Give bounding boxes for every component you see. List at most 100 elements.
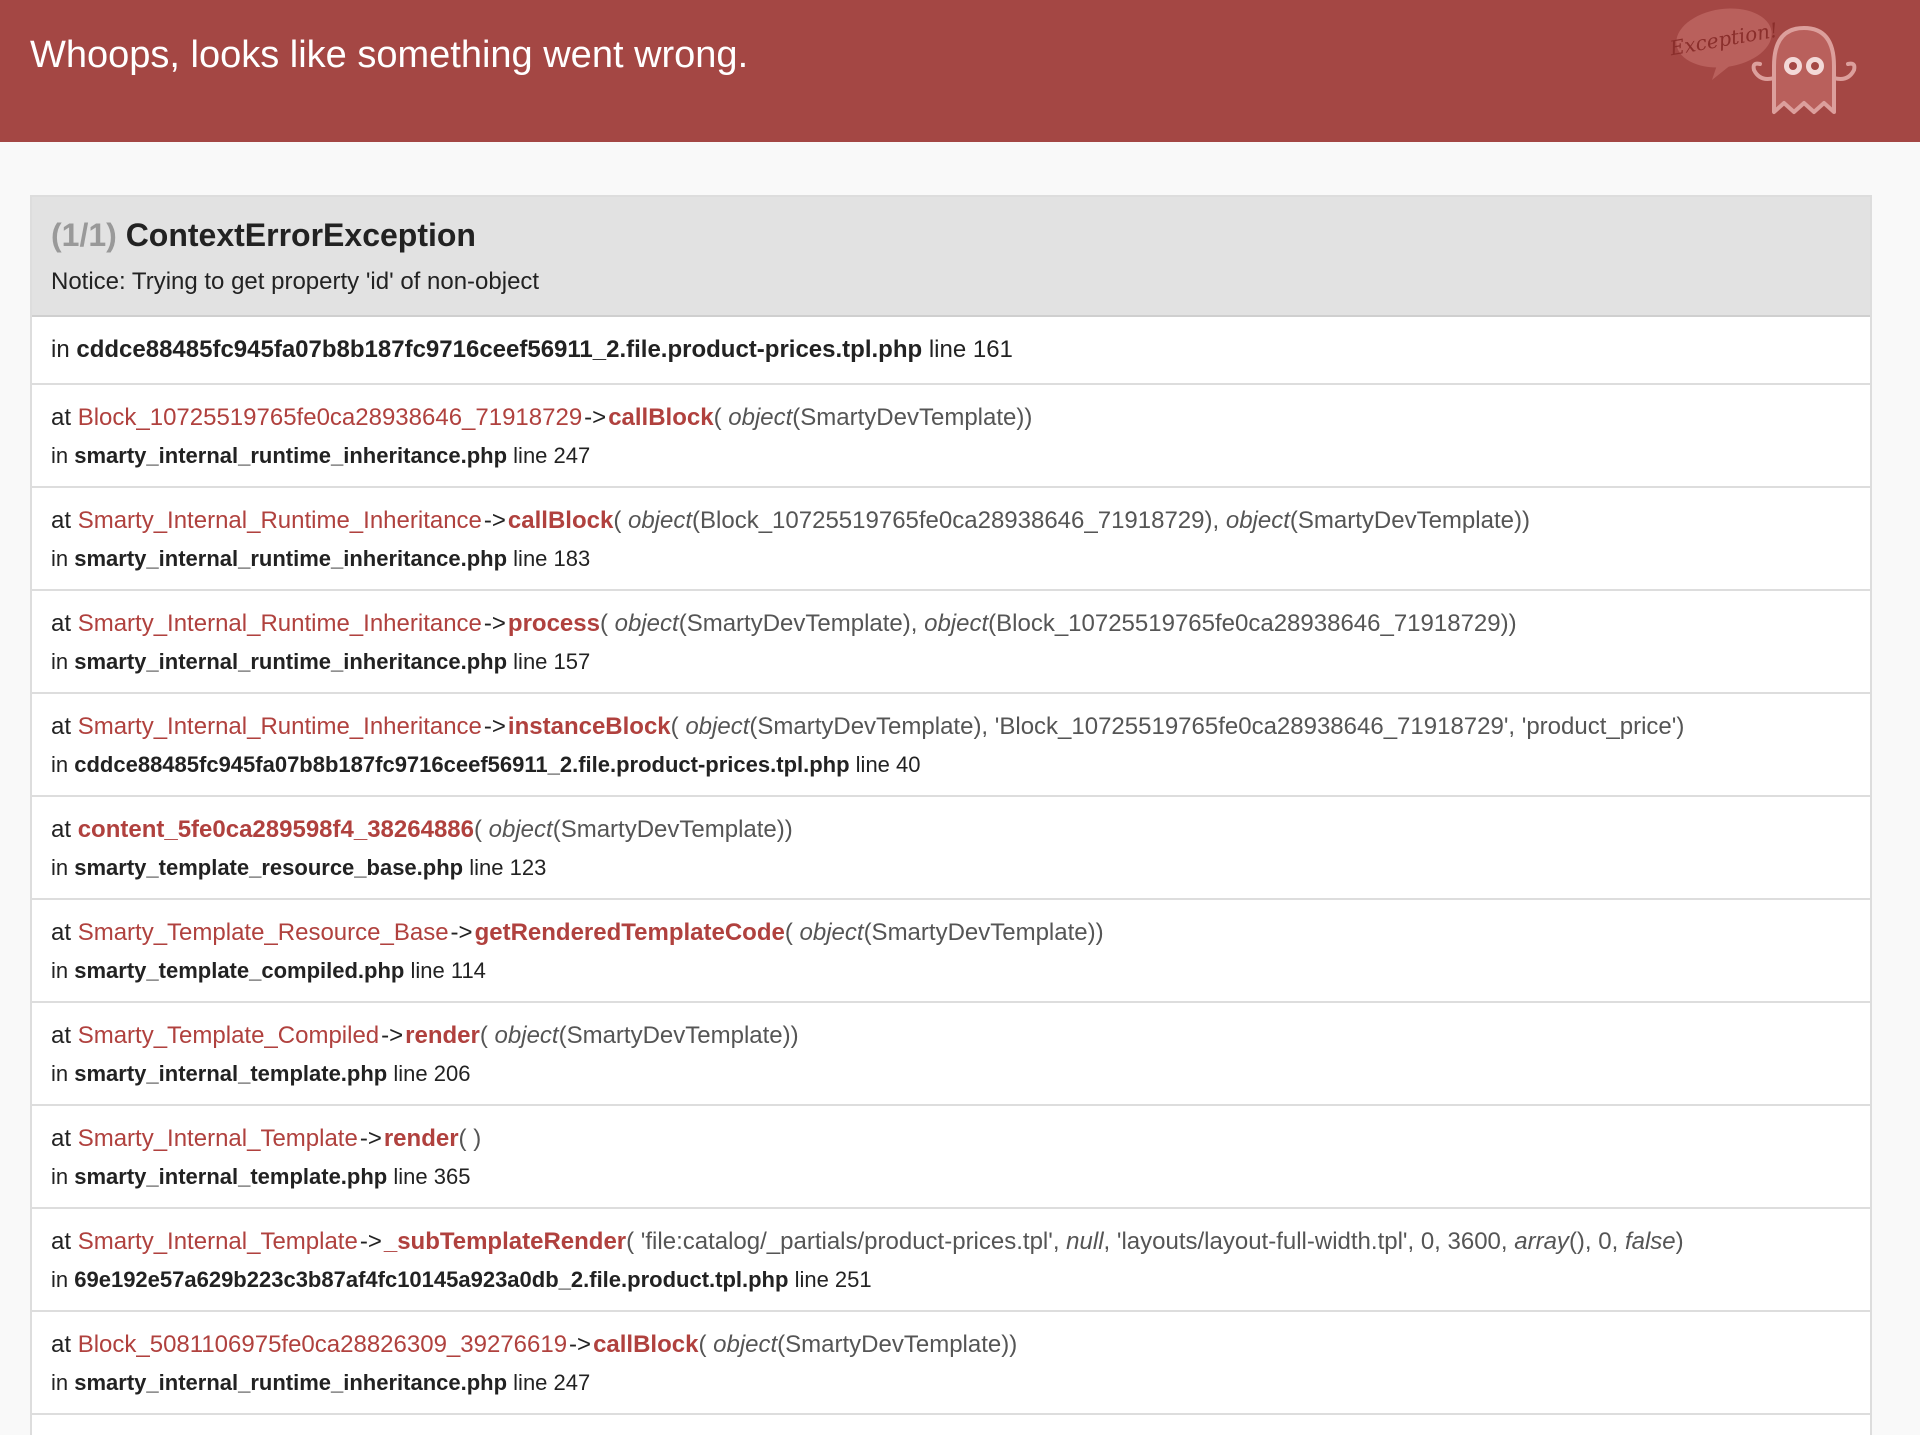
in-label: in: [51, 1164, 69, 1189]
frame-function[interactable]: callBlock: [608, 404, 713, 431]
argument-text: ( ): [458, 1125, 482, 1152]
argument-text: (: [613, 507, 628, 534]
frame-arguments: ( object(SmartyDevTemplate)): [698, 1331, 1017, 1358]
file-name[interactable]: smarty_template_compiled.php: [74, 958, 404, 983]
argument-text: (SmartyDevTemplate),: [678, 610, 925, 637]
frame-function[interactable]: getRenderedTemplateCode: [475, 919, 785, 946]
line-number: line 247: [513, 1370, 591, 1395]
file-name[interactable]: smarty_internal_runtime_inheritance.php: [74, 649, 507, 674]
argument-text: (: [479, 1022, 495, 1049]
file-name[interactable]: smarty_internal_template.php: [74, 1164, 387, 1189]
frame-function[interactable]: content_5fe0ca289598f4_38264886: [78, 816, 474, 843]
at-label: at: [51, 1331, 72, 1358]
argument-text: (: [713, 404, 729, 431]
frame-function[interactable]: callBlock: [508, 507, 613, 534]
frame-arguments: ( ): [459, 1125, 482, 1152]
ghost-logo-icon: Exception!: [1668, 8, 1857, 114]
frame-location-line: in smarty_internal_runtime_inheritance.p…: [51, 437, 1870, 475]
frame-function[interactable]: render: [405, 1022, 480, 1049]
frame-location-line: in smarty_internal_runtime_inheritance.p…: [51, 540, 1870, 578]
in-label: in: [51, 336, 70, 363]
file-name[interactable]: smarty_internal_runtime_inheritance.php: [74, 1370, 507, 1395]
file-name[interactable]: 69e192e57a629b223c3b87af4fc10145a923a0db…: [74, 1267, 788, 1292]
in-label: in: [51, 1370, 69, 1395]
frame-function[interactable]: callBlock: [593, 1331, 698, 1358]
argument-type: object: [1225, 507, 1290, 534]
line-number: line 123: [469, 855, 547, 880]
argument-text: (SmartyDevTemplate)): [1289, 507, 1530, 534]
frame-class[interactable]: Smarty_Template_Compiled: [78, 1022, 379, 1049]
frame-call-line: at content_5fe0ca289598f4_38264886( obje…: [51, 811, 1870, 849]
file-name[interactable]: smarty_template_resource_base.php: [74, 855, 463, 880]
exception-count: (1/1): [51, 217, 117, 253]
call-arrow: ->: [483, 507, 506, 534]
in-label: in: [51, 752, 69, 777]
stack-trace: in cddce88485fc945fa07b8b187fc9716ceef56…: [32, 317, 1870, 1415]
exception-message: Notice: Trying to get property 'id' of n…: [51, 268, 540, 295]
at-label: at: [51, 713, 72, 740]
argument-text: (: [599, 610, 615, 637]
frame-function[interactable]: _subTemplateRender: [384, 1228, 626, 1255]
frame-function[interactable]: process: [508, 610, 600, 637]
frame-location-line: in smarty_template_resource_base.php lin…: [51, 849, 1870, 887]
argument-text: (: [473, 816, 489, 843]
frame-class[interactable]: Block_5081106975fe0ca28826309_39276619: [78, 1331, 567, 1358]
in-label: in: [51, 443, 69, 468]
frame-class[interactable]: Smarty_Internal_Runtime_Inheritance: [78, 507, 482, 534]
argument-type: object: [488, 816, 553, 843]
frame-location-line: in smarty_template_compiled.php line 114: [51, 952, 1870, 990]
call-arrow: ->: [359, 1125, 382, 1152]
frame-function[interactable]: instanceBlock: [508, 713, 671, 740]
in-label: in: [51, 855, 69, 880]
argument-type: object: [685, 713, 750, 740]
frame-class[interactable]: Smarty_Internal_Template: [78, 1228, 358, 1255]
file-name[interactable]: smarty_internal_runtime_inheritance.php: [74, 443, 507, 468]
line-number: line 40: [855, 752, 921, 777]
frame-location-line: in smarty_internal_template.php line 206: [51, 1055, 1870, 1093]
at-label: at: [51, 610, 72, 637]
at-label: at: [51, 1022, 72, 1049]
argument-text: (SmartyDevTemplate), 'Block_10725519765f…: [749, 713, 1685, 740]
frame-class[interactable]: Smarty_Internal_Runtime_Inheritance: [78, 610, 482, 637]
frame-call-line: at Smarty_Internal_Runtime_Inheritance->…: [51, 502, 1870, 540]
argument-text: (SmartyDevTemplate)): [792, 404, 1033, 431]
page-title: Whoops, looks like something went wrong.: [30, 34, 749, 76]
frame-class[interactable]: Smarty_Template_Resource_Base: [78, 919, 449, 946]
call-arrow: ->: [450, 919, 473, 946]
line-number: line 247: [513, 443, 591, 468]
line-number: line 157: [513, 649, 591, 674]
line-number: line 183: [513, 546, 591, 571]
frame-class[interactable]: Smarty_Internal_Template: [78, 1125, 358, 1152]
at-label: at: [51, 919, 72, 946]
frame-call-line: at Smarty_Internal_Runtime_Inheritance->…: [51, 708, 1870, 746]
exception-title: (1/1) ContextErrorException: [51, 215, 1870, 255]
trace-frame: at Smarty_Internal_Template->render( ) in…: [32, 1106, 1870, 1209]
argument-text: (SmartyDevTemplate)): [863, 919, 1104, 946]
trace-frame: at Smarty_Internal_Runtime_Inheritance->…: [32, 591, 1870, 694]
frame-class[interactable]: Block_10725519765fe0ca28938646_71918729: [78, 404, 582, 431]
argument-type: null: [1066, 1228, 1104, 1255]
frame-arguments: ( object(SmartyDevTemplate)): [785, 919, 1104, 946]
argument-text: ( 'file:catalog/_partials/product-prices…: [626, 1228, 1067, 1255]
frame-class[interactable]: Smarty_Internal_Runtime_Inheritance: [78, 713, 482, 740]
trace-frame: at Smarty_Template_Compiled->render( obj…: [32, 1003, 1870, 1106]
file-name[interactable]: cddce88485fc945fa07b8b187fc9716ceef56911…: [76, 336, 922, 363]
frame-function[interactable]: render: [384, 1125, 459, 1152]
call-arrow: ->: [381, 1022, 404, 1049]
file-name[interactable]: smarty_internal_runtime_inheritance.php: [74, 546, 507, 571]
frame-arguments: ( 'file:catalog/_partials/product-prices…: [626, 1228, 1684, 1255]
frame-arguments: ( object(SmartyDevTemplate), object(Bloc…: [600, 610, 1517, 637]
file-name[interactable]: smarty_internal_template.php: [74, 1061, 387, 1086]
argument-text: ): [1675, 1228, 1684, 1255]
frame-location-line: in smarty_internal_runtime_inheritance.p…: [51, 1364, 1870, 1402]
argument-text: (: [670, 713, 686, 740]
argument-text: (SmartyDevTemplate)): [558, 1022, 799, 1049]
argument-text: (Block_10725519765fe0ca28938646_71918729…: [692, 507, 1226, 534]
call-arrow: ->: [483, 610, 506, 637]
frame-arguments: ( object(SmartyDevTemplate)): [714, 404, 1033, 431]
trace-origin: in cddce88485fc945fa07b8b187fc9716ceef56…: [32, 317, 1870, 385]
file-name[interactable]: cddce88485fc945fa07b8b187fc9716ceef56911…: [74, 752, 849, 777]
argument-type: object: [713, 1331, 778, 1358]
call-arrow: ->: [483, 713, 506, 740]
call-arrow: ->: [584, 404, 607, 431]
